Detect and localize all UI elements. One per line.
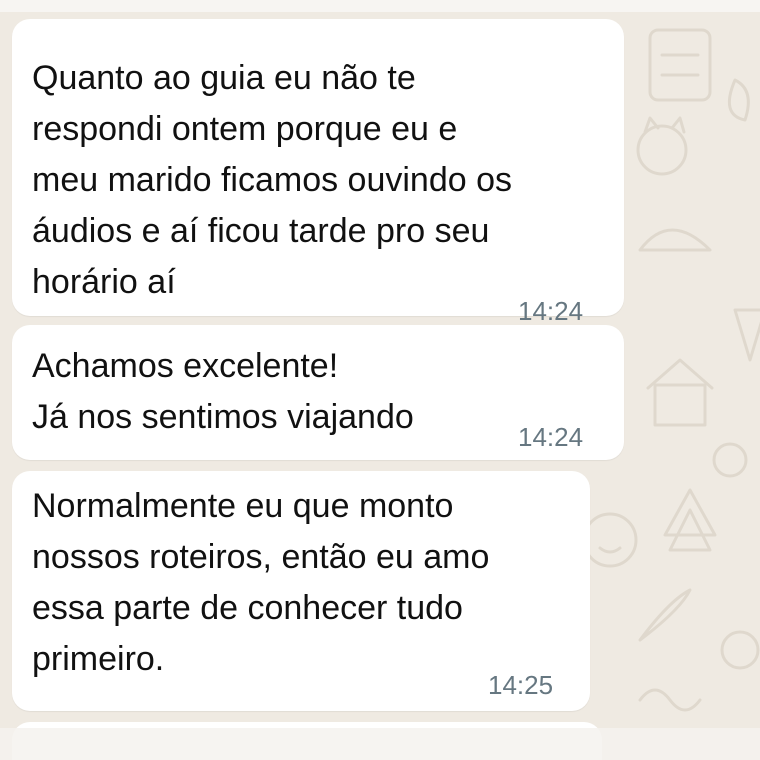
- message-timestamp: 14:24: [518, 296, 584, 326]
- message-bubble[interactable]: Quanto ao guia eu não te respondi ontem …: [12, 19, 624, 326]
- message-text: Achamos excelente! Já nos sentimos viaja…: [32, 347, 414, 436]
- ball-doodle-icon: [720, 630, 760, 670]
- message-bubble[interactable]: Normalmente eu que monto nossos roteiros…: [12, 471, 590, 711]
- message-timestamp: 14:24: [518, 422, 584, 452]
- taco-doodle-icon: [638, 228, 712, 252]
- top-strip: [0, 0, 760, 12]
- calculator-doodle-icon: [648, 28, 712, 102]
- cone-doodle-icon: [733, 308, 760, 362]
- leaf-doodle-icon: [727, 78, 750, 122]
- chat-area[interactable]: Quanto ao guia eu não te respondi ontem …: [0, 0, 760, 760]
- message-timestamp: 14:25: [488, 670, 554, 700]
- bottom-fade: [0, 728, 760, 760]
- rocket-doodle-icon: [638, 588, 692, 642]
- message-bubble[interactable]: Achamos excelente! Já nos sentimos viaja…: [12, 325, 624, 460]
- house-doodle-icon: [653, 383, 707, 427]
- message-text: Quanto ao guia eu não te respondi ontem …: [32, 59, 513, 301]
- message-text: Normalmente eu que monto nossos roteiros…: [32, 487, 490, 678]
- face-doodle-icon: [582, 512, 638, 568]
- tree-doodle-icon: [663, 488, 717, 552]
